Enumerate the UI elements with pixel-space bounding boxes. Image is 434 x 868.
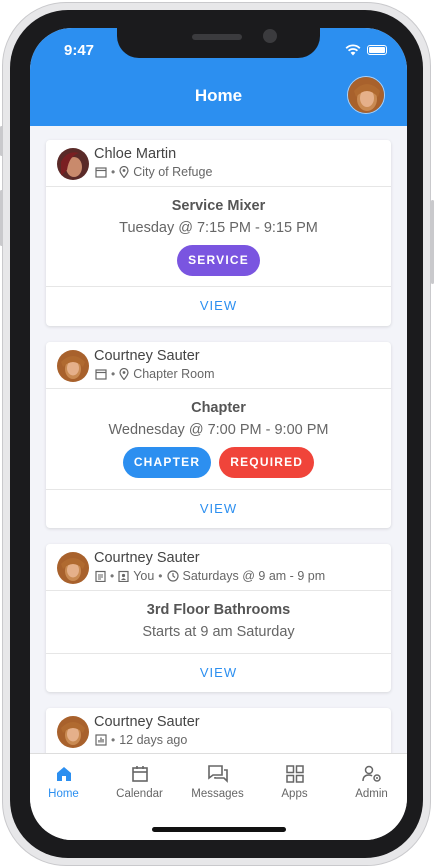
home-indicator[interactable] xyxy=(152,827,286,832)
nav-item-apps[interactable]: Apps xyxy=(257,764,332,800)
nav-label: Calendar xyxy=(116,788,163,800)
author-avatar xyxy=(57,350,89,382)
calendar-icon xyxy=(95,369,107,380)
meta-separator: • xyxy=(111,165,116,179)
bottom-navigation: Home Calendar Messages Apps Admin xyxy=(30,753,407,840)
task-start: Starts at 9 am Saturday xyxy=(142,624,295,640)
author-avatar xyxy=(57,552,89,584)
camera xyxy=(263,29,277,43)
feed-card[interactable]: Courtney Sauter • 12 days ago xyxy=(46,708,391,753)
author-name: Courtney Sauter xyxy=(94,550,200,566)
meta-separator: • xyxy=(158,569,163,583)
activity-feed[interactable]: Chloe Martin • City of Refuge Service Mi… xyxy=(30,126,407,753)
tag-list: SERVICE xyxy=(46,245,391,276)
clock-icon xyxy=(166,570,179,582)
task-title: 3rd Floor Bathrooms xyxy=(146,602,291,618)
profile-avatar[interactable] xyxy=(347,76,385,114)
nav-label: Home xyxy=(48,788,79,800)
admin-icon xyxy=(361,765,381,782)
card-header: Courtney Sauter • You • Saturdays @ 9 am… xyxy=(46,544,391,591)
speaker xyxy=(192,34,242,40)
tag-chip-required[interactable]: REQUIRED xyxy=(219,447,315,478)
side-button xyxy=(0,190,3,246)
view-button[interactable]: VIEW xyxy=(46,490,391,528)
nav-item-messages[interactable]: Messages xyxy=(180,764,255,800)
nav-item-admin[interactable]: Admin xyxy=(334,764,407,800)
card-body: Chapter Wednesday @ 7:00 PM - 9:00 PM CH… xyxy=(46,389,391,490)
apps-icon xyxy=(285,765,304,783)
status-time: 9:47 xyxy=(64,42,95,59)
notch xyxy=(117,28,320,58)
author-avatar xyxy=(57,716,89,748)
time-ago-label: 12 days ago xyxy=(119,733,188,747)
clipboard-icon xyxy=(95,570,106,582)
view-button[interactable]: VIEW xyxy=(46,654,391,692)
meta-separator: • xyxy=(110,569,115,583)
nav-label: Apps xyxy=(281,788,308,800)
location-pin-icon xyxy=(119,368,129,380)
author-avatar xyxy=(57,148,89,180)
event-time: Tuesday @ 7:15 PM - 9:15 PM xyxy=(119,220,318,236)
nav-label: Admin xyxy=(355,788,388,800)
messages-icon xyxy=(207,765,228,783)
card-body: Service Mixer Tuesday @ 7:15 PM - 9:15 P… xyxy=(46,187,391,287)
card-body: 3rd Floor Bathrooms Starts at 9 am Satur… xyxy=(46,591,391,654)
author-name: Courtney Sauter xyxy=(94,714,200,730)
card-header: Courtney Sauter • 12 days ago xyxy=(46,708,391,753)
event-title: Service Mixer xyxy=(171,198,266,214)
feed-card[interactable]: Courtney Sauter • Chapter Room Chapter W… xyxy=(46,342,391,528)
feed-card[interactable]: Courtney Sauter • You • Saturdays @ 9 am… xyxy=(46,544,391,692)
card-meta: • City of Refuge xyxy=(95,165,212,179)
app-screen: 9:47 Home Chloe Martin • City of Refuge … xyxy=(30,28,407,840)
tag-list: CHAPTER REQUIRED xyxy=(46,447,391,478)
home-icon xyxy=(56,767,71,781)
meta-separator: • xyxy=(111,733,116,747)
card-meta: • You • Saturdays @ 9 am - 9 pm xyxy=(95,569,325,583)
card-meta: • 12 days ago xyxy=(95,733,187,747)
nav-item-home[interactable]: Home xyxy=(30,764,101,800)
calendar-icon xyxy=(95,167,107,178)
schedule-label: Saturdays @ 9 am - 9 pm xyxy=(182,569,326,583)
nav-label: Messages xyxy=(191,788,244,800)
card-meta: • Chapter Room xyxy=(95,367,215,381)
calendar-icon xyxy=(131,766,148,782)
nav-item-calendar[interactable]: Calendar xyxy=(102,764,177,800)
badge-icon xyxy=(118,570,129,582)
tag-chip-chapter[interactable]: CHAPTER xyxy=(122,447,212,478)
card-header: Chloe Martin • City of Refuge xyxy=(46,140,391,187)
location-pin-icon xyxy=(119,166,129,178)
view-button[interactable]: VIEW xyxy=(46,287,391,325)
location-label: Chapter Room xyxy=(133,367,215,381)
location-label: City of Refuge xyxy=(133,165,213,179)
side-button xyxy=(0,126,3,156)
author-name: Chloe Martin xyxy=(94,146,177,162)
event-title: Chapter xyxy=(191,400,246,416)
wifi-icon xyxy=(345,44,361,56)
meta-separator: • xyxy=(111,367,116,381)
feed-card[interactable]: Chloe Martin • City of Refuge Service Mi… xyxy=(46,140,391,326)
assignee-label: You xyxy=(133,569,155,583)
battery-icon xyxy=(367,45,387,55)
author-name: Courtney Sauter xyxy=(94,348,200,364)
tag-chip-service[interactable]: SERVICE xyxy=(177,245,260,276)
card-header: Courtney Sauter • Chapter Room xyxy=(46,342,391,389)
event-time: Wednesday @ 7:00 PM - 9:00 PM xyxy=(108,422,329,438)
status-icons xyxy=(345,44,387,56)
poll-icon xyxy=(95,734,107,746)
